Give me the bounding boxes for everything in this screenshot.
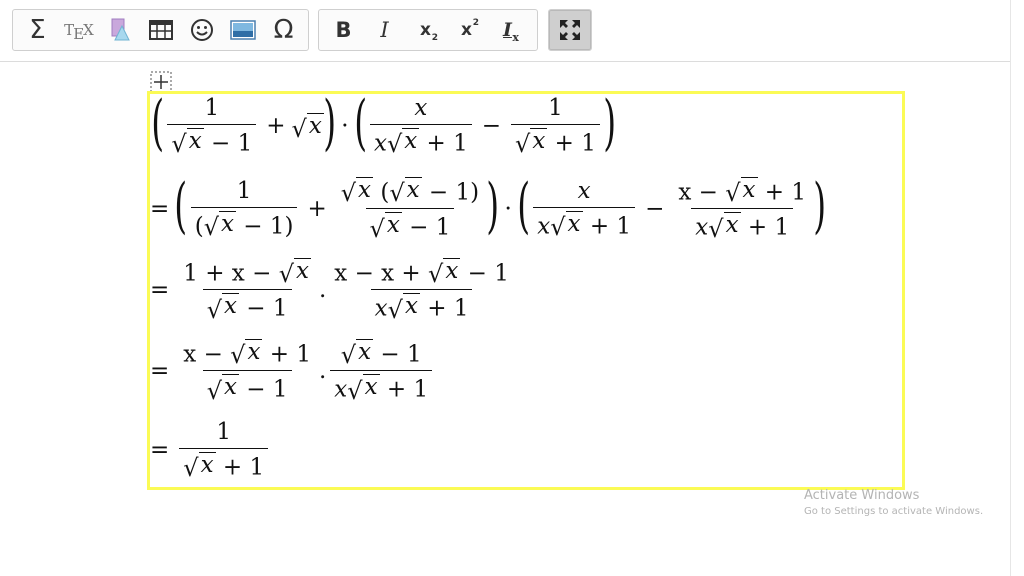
toolbar-group-insert: Σ TEX Ω: [12, 9, 309, 51]
maximize-icon: [560, 20, 580, 40]
fraction: 1 + x − √ x √ x − 1: [183, 258, 311, 324]
editor-toolbar: Σ TEX Ω B I x 2 x 2 I x: [0, 0, 1010, 62]
shape-button[interactable]: [99, 13, 140, 47]
toolbar-group-format: B I x2 x2 Ix: [318, 9, 538, 51]
fraction: √ x − 1 x √ x + 1: [330, 339, 433, 403]
superscript-icon: x2: [461, 18, 479, 40]
fraction: x − √ x + 1 x √ x + 1: [678, 177, 807, 243]
clear-format-icon: Ix: [503, 19, 519, 44]
table-button[interactable]: [140, 13, 181, 47]
toolbar-group-view: [548, 9, 592, 51]
activate-windows-watermark: Activate Windows Go to Settings to activ…: [804, 488, 983, 517]
formula-line-3: = 1 + x − √ x √ x − 1 . x − x + √ x − 1 x √ x…: [150, 258, 517, 322]
fraction: x x √ x + 1: [369, 95, 472, 156]
formula-line-5: = 1 √ x + 1: [150, 419, 272, 480]
italic-button[interactable]: I: [364, 13, 405, 47]
scrollbar-track[interactable]: [1010, 0, 1024, 576]
fraction: x − x + √ x − 1 x √ x + 1: [334, 258, 509, 324]
fraction: x x √ x + 1: [533, 178, 636, 239]
watermark-subtitle: Go to Settings to activate Windows.: [804, 506, 984, 517]
subscript-icon: x2: [420, 20, 438, 43]
watermark-title: Activate Windows: [804, 488, 920, 503]
fraction: 1 √ x + 1: [511, 95, 600, 156]
maximize-button[interactable]: [549, 10, 591, 50]
tex-button[interactable]: TEX: [58, 13, 99, 47]
sigma-button[interactable]: Σ: [17, 13, 58, 47]
smiley-icon: [190, 19, 213, 41]
bold-button[interactable]: B: [323, 13, 364, 47]
bold-icon: B: [335, 18, 352, 42]
omega-icon: Ω: [273, 15, 294, 45]
shape-icon: [111, 18, 130, 41]
fraction: 1 (√ x − 1): [190, 178, 298, 239]
tex-icon: TEX: [64, 21, 94, 43]
fraction: 1 √ x + 1: [179, 419, 269, 480]
formula-line-1: ( 1 √ x − 1 + √ x ) · ( x x √ x + 1 − 1 √ x +…: [151, 87, 616, 159]
fraction: x − √ x + 1 √ x − 1: [183, 339, 311, 405]
fraction: √ x (√ x − 1) √ x − 1: [340, 177, 480, 243]
superscript-button[interactable]: x2: [446, 13, 487, 47]
subscript-button[interactable]: x2: [405, 13, 446, 47]
formula-line-4: = x − √ x + 1 √ x − 1 . √ x − 1 x √ x + 1: [150, 339, 436, 403]
sigma-icon: Σ: [29, 15, 46, 45]
omega-button[interactable]: Ω: [263, 13, 304, 47]
clear-format-button[interactable]: Ix: [487, 13, 528, 47]
smiley-button[interactable]: [181, 13, 222, 47]
formula-line-2: = ( 1 (√ x − 1) + √ x (√ x − 1) √ x − 1 ) · …: [150, 170, 827, 243]
image-icon: [229, 20, 256, 40]
table-icon: [148, 20, 173, 40]
fraction: 1 √ x − 1: [167, 95, 257, 156]
image-button[interactable]: [222, 13, 263, 47]
italic-icon: I: [380, 18, 389, 42]
